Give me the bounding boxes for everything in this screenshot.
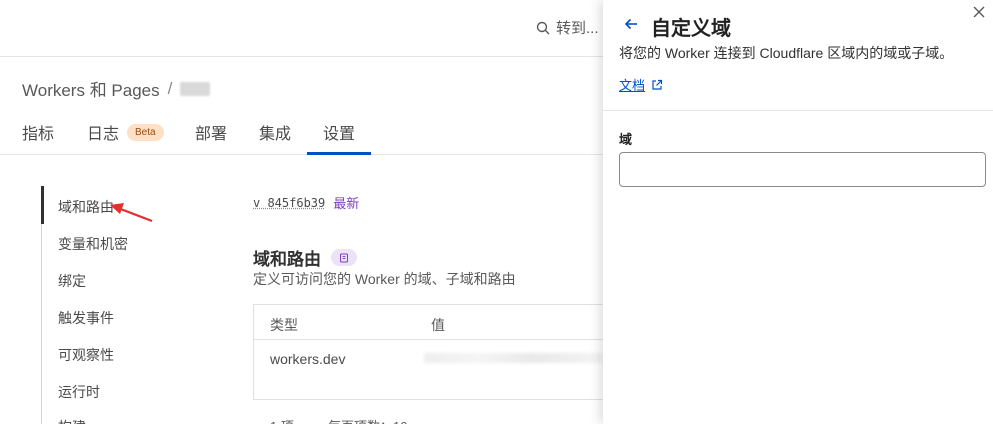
goto-label: 转到...	[556, 20, 599, 37]
external-link-icon	[652, 79, 663, 90]
beta-badge: Beta	[127, 123, 164, 141]
table-cell-value-redacted	[424, 353, 604, 363]
tab-metrics[interactable]: 指标	[22, 120, 54, 144]
active-tab-indicator	[307, 152, 371, 155]
panel-title: 自定义域	[651, 18, 731, 40]
table-count: 1 项	[270, 416, 294, 424]
table-divider	[254, 339, 633, 340]
search-icon	[536, 21, 550, 35]
table-per-page[interactable]: 每页项数：10	[328, 416, 407, 424]
version-latest-label: 最新	[333, 196, 360, 211]
custom-domain-panel: 自定义域 将您的 Worker 连接到 Cloudflare 区域内的域或子域。…	[603, 0, 993, 424]
routes-table: 类型 值 workers.dev	[253, 304, 633, 400]
panel-divider	[603, 110, 993, 111]
sidenav-item-variables-secrets[interactable]: 变量和机密	[58, 234, 128, 254]
panel-description: 将您的 Worker 连接到 Cloudflare 区域内的域或子域。	[619, 45, 954, 61]
docs-chip[interactable]	[331, 249, 357, 266]
back-button[interactable]	[623, 16, 639, 32]
close-icon	[973, 6, 985, 18]
table-header-value: 值	[431, 317, 445, 333]
sidenav-item-domains-routes[interactable]: 域和路由	[58, 197, 114, 217]
tab-deployments[interactable]: 部署	[195, 120, 227, 144]
table-cell-type: workers.dev	[270, 351, 346, 367]
breadcrumb-separator: /	[167, 78, 173, 98]
annotation-arrow-icon	[110, 203, 153, 223]
domain-input[interactable]	[619, 152, 986, 187]
breadcrumb-redacted-name	[180, 81, 211, 96]
table-header-type: 类型	[270, 317, 298, 333]
section-title: 域和路由	[253, 245, 357, 270]
version-info: v 845f6b39 最新	[253, 193, 359, 212]
section-description: 定义可访问您的 Worker 的域、子域和路由	[253, 271, 516, 287]
sidenav-active-indicator	[41, 186, 44, 224]
domain-field-label: 域	[619, 132, 633, 147]
book-icon	[340, 253, 348, 262]
close-button[interactable]	[971, 4, 987, 20]
arrow-left-icon	[624, 18, 637, 30]
tab-integrations[interactable]: 集成	[259, 120, 291, 144]
breadcrumb: Workers 和 Pages /	[22, 76, 211, 101]
sidenav-item-bindings[interactable]: 绑定	[58, 271, 86, 291]
goto-search[interactable]: 转到...	[536, 17, 599, 38]
sidenav-item-triggers[interactable]: 触发事件	[58, 308, 114, 328]
version-code[interactable]: v 845f6b39	[253, 196, 325, 210]
tab-settings[interactable]: 设置	[323, 120, 355, 144]
sidenav-item-build[interactable]: 构建	[58, 417, 86, 424]
sidenav-item-observability[interactable]: 可观察性	[58, 345, 114, 365]
docs-link[interactable]: 文档	[619, 75, 663, 94]
tab-logs[interactable]: 日志 Beta	[87, 120, 164, 144]
breadcrumb-root[interactable]: Workers 和 Pages	[22, 76, 160, 101]
sidenav-item-runtime[interactable]: 运行时	[58, 382, 100, 402]
